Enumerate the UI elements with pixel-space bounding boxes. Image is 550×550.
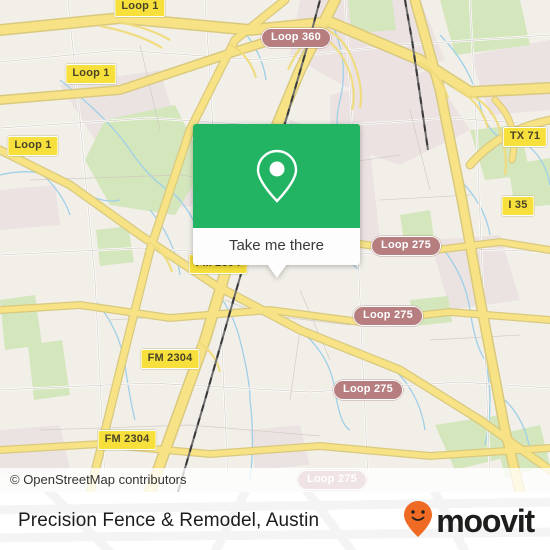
popup-pointer-tail [266,264,287,278]
moovit-smiley-pin-icon [403,500,433,543]
place-title: Precision Fence & Remodel, Austin [18,510,320,531]
road-shield-loop-1-left: Loop 1 [7,136,59,156]
footer-bar: Precision Fence & Remodel, Austin moovit [0,492,550,550]
road-shield-loop-275-upper: Loop 275 [371,236,441,256]
road-shield-fm-2304-low: FM 2304 [97,430,157,450]
map-attribution: © OpenStreetMap contributors [0,468,550,492]
road-shield-loop-275-mid: Loop 275 [353,306,423,326]
moovit-wordmark: moovit [436,503,535,539]
map-pin-icon [254,148,300,204]
road-shield-loop-1-top: Loop 1 [114,0,166,17]
popup-image-panel [193,124,360,228]
take-me-there-button[interactable]: Take me there [193,228,360,265]
road-shield-fm-2304-mid: FM 2304 [140,349,200,369]
place-popup-card[interactable]: Take me there [193,124,360,278]
road-shield-i-35: I 35 [501,196,535,216]
road-shield-tx-71: TX 71 [502,127,548,147]
road-shield-loop-275-low: Loop 275 [333,380,403,400]
map-screenshot: Loop 1 Loop 360 Loop 1 TX 71 Loop 1 I 35 FM 23… [0,0,550,550]
road-shield-loop-360: Loop 360 [261,28,331,48]
road-shield-loop-1-mid: Loop 1 [65,64,117,84]
moovit-logo: moovit [403,500,535,543]
